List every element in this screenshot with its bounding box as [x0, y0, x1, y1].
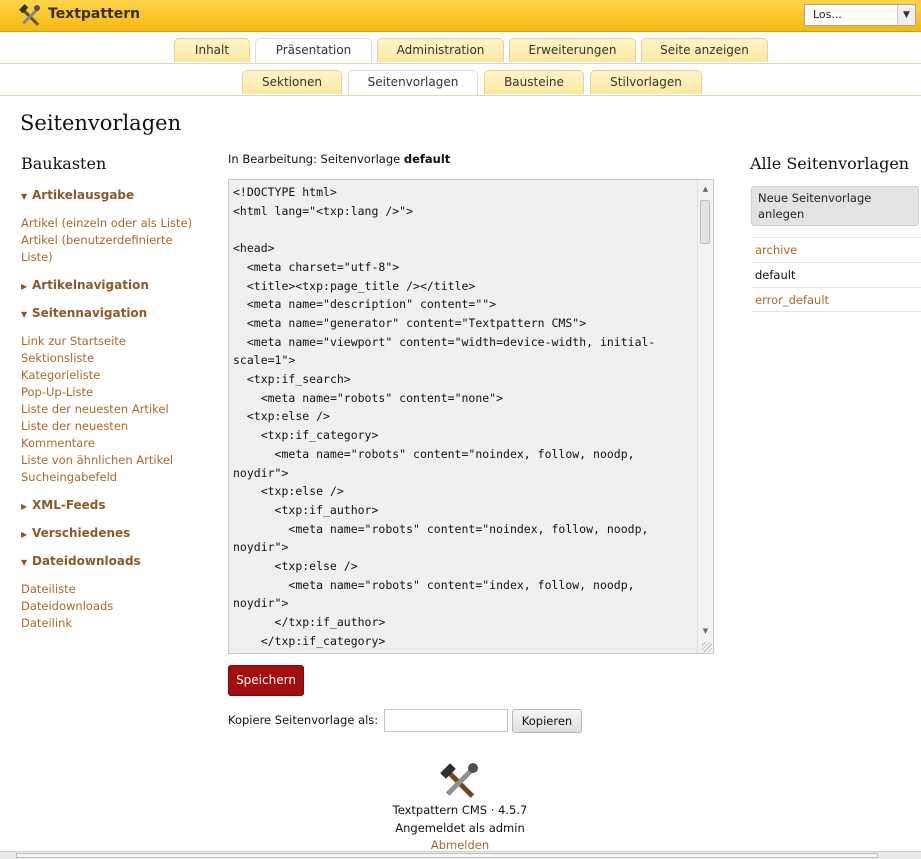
- app-title: Textpattern: [48, 6, 141, 22]
- tag-link[interactable]: Sektionsliste: [21, 350, 201, 367]
- group-artikelausgabe[interactable]: ▼ Artikelausgabe: [21, 188, 134, 202]
- tag-link[interactable]: Dateidownloads: [21, 598, 201, 615]
- copy-label: Kopiere Seitenvorlage als:: [228, 713, 379, 727]
- group-xml-feeds[interactable]: ▶ XML-Feeds: [21, 498, 106, 512]
- resize-grip-icon[interactable]: [702, 642, 712, 652]
- sidebar-heading: Baukasten: [21, 154, 107, 173]
- template-code-editor[interactable]: <!DOCTYPE html> <html lang="<txp:lang />…: [228, 179, 714, 654]
- site-select[interactable]: Los... ▼: [804, 4, 916, 26]
- copy-name-input[interactable]: [384, 709, 508, 732]
- template-code[interactable]: <!DOCTYPE html> <html lang="<txp:lang />…: [233, 183, 695, 651]
- site-select-value: Los...: [813, 8, 842, 21]
- triangle-right-icon: ▶: [21, 502, 28, 511]
- tag-link[interactable]: Dateilink: [21, 615, 201, 632]
- tag-link[interactable]: Liste der neuesten Kommentare: [21, 418, 141, 452]
- editing-label: In Bearbeitung: Seitenvorlage default: [228, 152, 450, 166]
- scroll-up-icon[interactable]: ▲: [698, 182, 713, 197]
- tab-stilvorlagen[interactable]: Stilvorlagen: [590, 70, 702, 94]
- chevron-down-icon: ▼: [897, 5, 915, 25]
- tab-sektionen[interactable]: Sektionen: [242, 70, 342, 94]
- triangle-down-icon: ▼: [21, 192, 28, 201]
- tab-administration[interactable]: Administration: [377, 38, 504, 62]
- scroll-down-icon[interactable]: ▼: [698, 624, 713, 639]
- textpattern-logo-icon: [440, 763, 478, 798]
- logout-link[interactable]: Abmelden: [431, 838, 489, 852]
- tag-link[interactable]: Sucheingabefeld: [21, 469, 201, 486]
- tag-link[interactable]: Artikel (benutzerdefinierte Liste): [21, 232, 181, 266]
- triangle-down-icon: ▼: [21, 310, 28, 319]
- tab-bausteine[interactable]: Bausteine: [484, 70, 584, 94]
- triangle-right-icon: ▶: [21, 530, 28, 539]
- scroll-thumb[interactable]: [700, 200, 710, 244]
- tag-link[interactable]: Liste der neuesten Artikel: [21, 401, 201, 418]
- primary-nav: Inhalt Präsentation Administration Erwei…: [0, 31, 921, 64]
- secondary-nav: Sektionen Seitenvorlagen Bausteine Stilv…: [0, 63, 921, 96]
- group-seitennavigation[interactable]: ▼ Seitennavigation: [21, 306, 147, 320]
- footer-version: Textpattern CMS · 4.5.7: [392, 803, 528, 817]
- tab-erweiterungen[interactable]: Erweiterungen: [509, 38, 636, 62]
- tag-link[interactable]: Kategorieliste: [21, 367, 201, 384]
- page-item-archive[interactable]: archive: [751, 237, 921, 262]
- masthead: Textpattern Los... ▼: [0, 0, 921, 32]
- tab-praesentation[interactable]: Präsentation: [255, 38, 372, 63]
- pages-heading: Alle Seitenvorlagen: [750, 154, 910, 173]
- tag-link[interactable]: Dateiliste: [21, 581, 201, 598]
- tab-seite-anzeigen[interactable]: Seite anzeigen: [641, 38, 768, 62]
- textpattern-logo-icon: [19, 4, 40, 26]
- group-artikelnavigation[interactable]: ▶ Artikelnavigation: [21, 278, 149, 292]
- tab-seitenvorlagen[interactable]: Seitenvorlagen: [348, 70, 478, 95]
- tab-inhalt[interactable]: Inhalt: [174, 38, 250, 62]
- page-item-error-default[interactable]: error_default: [751, 287, 921, 312]
- tag-link[interactable]: Artikel (einzeln oder als Liste): [21, 215, 201, 232]
- group-dateidownloads[interactable]: ▼ Dateidownloads: [21, 554, 141, 568]
- page-title: Seitenvorlagen: [20, 111, 182, 135]
- page-list: archive default error_default: [751, 237, 921, 312]
- new-page-button[interactable]: Neue Seitenvorlage anlegen: [751, 186, 919, 226]
- editor-scrollbar[interactable]: ▲ ▼: [697, 180, 713, 653]
- tag-link[interactable]: Pop-Up-Liste: [21, 384, 201, 401]
- copy-button[interactable]: Kopieren: [512, 709, 582, 733]
- save-button[interactable]: Speichern: [228, 665, 304, 696]
- footer-logged-in: Angemeldet als admin: [395, 821, 525, 835]
- triangle-right-icon: ▶: [21, 282, 28, 291]
- scroll-thumb[interactable]: [16, 853, 878, 858]
- page-item-default: default: [751, 262, 921, 287]
- tag-link[interactable]: Link zur Startseite: [21, 333, 201, 350]
- group-verschiedenes[interactable]: ▶ Verschiedenes: [21, 526, 130, 540]
- triangle-down-icon: ▼: [21, 558, 28, 567]
- editing-name: default: [403, 152, 451, 166]
- footer-logout: Abmelden: [300, 838, 620, 852]
- tag-link[interactable]: Liste von ähnlichen Artikel: [21, 452, 201, 469]
- editing-prefix: In Bearbeitung: Seitenvorlage: [228, 152, 401, 166]
